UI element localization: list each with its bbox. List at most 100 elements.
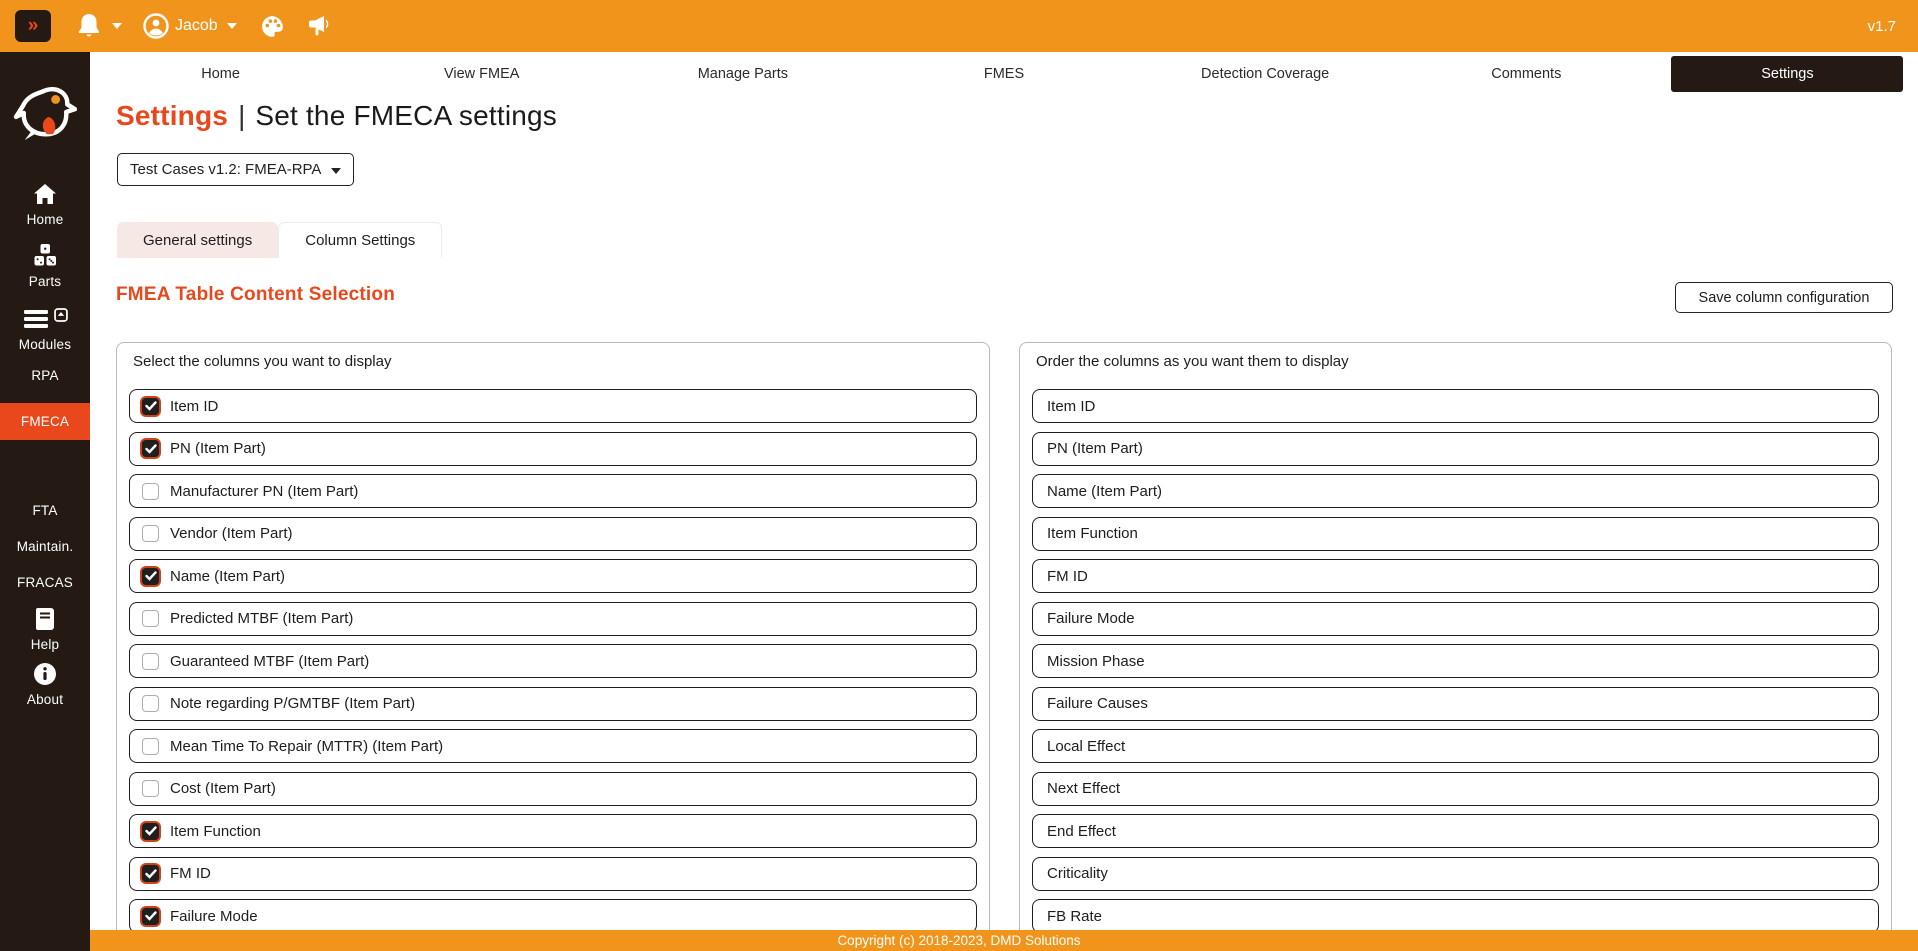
- sidebar-item-label: Home: [27, 212, 64, 227]
- nav-item-manageparts[interactable]: Manage Parts: [612, 52, 873, 95]
- nav-item-label: Comments: [1491, 66, 1561, 82]
- column-label: Failure Mode: [170, 908, 258, 925]
- nav-item-label: View FMEA: [444, 66, 519, 82]
- order-columns-panel: Order the columns as you want them to di…: [1019, 342, 1892, 951]
- tab-columnsettings[interactable]: Column Settings: [278, 222, 442, 258]
- modules-icon: [23, 308, 49, 335]
- column-label: Item ID: [1047, 398, 1095, 415]
- help-icon: [34, 607, 56, 636]
- nav-item-settings[interactable]: Settings: [1657, 52, 1918, 95]
- tab-generalsettings[interactable]: General settings: [117, 222, 278, 258]
- sidebar-item-parts[interactable]: Parts: [0, 245, 90, 289]
- order-column-row-localeffect[interactable]: Local Effect: [1032, 729, 1879, 763]
- bell-icon[interactable]: [77, 13, 101, 39]
- select-column-row-failuremode[interactable]: Failure Mode: [129, 899, 977, 933]
- select-column-row-noteregardingpgmtbfitempart[interactable]: Note regarding P/GMTBF (Item Part): [129, 687, 977, 721]
- order-column-row-failurecauses[interactable]: Failure Causes: [1032, 687, 1879, 721]
- checkbox-unchecked[interactable]: [142, 483, 159, 500]
- nav-item-viewfmea[interactable]: View FMEA: [351, 52, 612, 95]
- order-column-row-endeffect[interactable]: End Effect: [1032, 814, 1879, 848]
- top-bar: » Jacob v1.7: [0, 0, 1918, 52]
- column-label: Cost (Item Part): [170, 780, 276, 797]
- palette-icon[interactable]: [260, 14, 285, 39]
- save-column-configuration-button[interactable]: Save column configuration: [1675, 282, 1893, 313]
- sidebar-item-fta[interactable]: FTA: [0, 503, 90, 518]
- megaphone-icon[interactable]: [307, 14, 334, 38]
- notifications-caret-icon[interactable]: [111, 22, 123, 30]
- version-label: v1.7: [1868, 0, 1896, 52]
- footer-copyright-text: Copyright (c) 2018-2023, DMD Solutions: [837, 933, 1080, 948]
- select-column-row-vendoritempart[interactable]: Vendor (Item Part): [129, 517, 977, 551]
- order-column-row-fbrate[interactable]: FB Rate: [1032, 899, 1879, 933]
- sidebar-item-maintain[interactable]: Maintain.: [0, 539, 90, 554]
- page-title-subtitle: Set the FMECA settings: [255, 100, 557, 132]
- column-label: Local Effect: [1047, 738, 1125, 755]
- nav-item-label: Settings: [1671, 56, 1903, 92]
- checkbox-checked[interactable]: [142, 440, 159, 457]
- robin-logo[interactable]: [13, 85, 77, 141]
- select-column-row-predictedmtbfitempart[interactable]: Predicted MTBF (Item Part): [129, 602, 977, 636]
- sidebar-item-fmeca[interactable]: FMECA: [0, 403, 90, 440]
- checkbox-checked[interactable]: [142, 865, 159, 882]
- select-column-row-pnitempart[interactable]: PN (Item Part): [129, 432, 977, 466]
- nav-item-fmes[interactable]: FMES: [873, 52, 1134, 95]
- checkbox-checked[interactable]: [142, 398, 159, 415]
- select-columns-list: Item ID PN (Item Part) Manufacturer PN (It…: [129, 389, 977, 933]
- nav-item-comments[interactable]: Comments: [1396, 52, 1657, 95]
- modules-expand-icon[interactable]: [54, 308, 68, 327]
- nav-item-home[interactable]: Home: [90, 52, 351, 95]
- order-column-row-itemid[interactable]: Item ID: [1032, 389, 1879, 423]
- sidebar-item-label: About: [27, 692, 63, 707]
- sidebar-collapse-button[interactable]: »: [15, 10, 51, 42]
- sidebar-item-help[interactable]: Help: [0, 608, 90, 652]
- select-column-row-itemfunction[interactable]: Item Function: [129, 814, 977, 848]
- checkbox-unchecked[interactable]: [142, 525, 159, 542]
- project-selector-dropdown[interactable]: Test Cases v1.2: FMEA-RPA: [117, 153, 354, 186]
- caret-down-icon: [331, 168, 341, 174]
- order-column-row-fmid[interactable]: FM ID: [1032, 559, 1879, 593]
- page-title-divider: |: [238, 100, 245, 132]
- checkbox-unchecked[interactable]: [142, 695, 159, 712]
- column-label: End Effect: [1047, 823, 1116, 840]
- select-column-row-nameitempart[interactable]: Name (Item Part): [129, 559, 977, 593]
- checkbox-checked[interactable]: [142, 908, 159, 925]
- column-label: Item Function: [170, 823, 261, 840]
- checkbox-unchecked[interactable]: [142, 738, 159, 755]
- order-column-row-itemfunction[interactable]: Item Function: [1032, 517, 1879, 551]
- user-menu-caret-icon[interactable]: [226, 22, 238, 30]
- select-columns-panel: Select the columns you want to display I…: [116, 342, 990, 951]
- user-name-label[interactable]: Jacob: [175, 17, 218, 35]
- sidebar-item-rpa[interactable]: RPA: [0, 368, 90, 383]
- order-column-row-pnitempart[interactable]: PN (Item Part): [1032, 432, 1879, 466]
- order-column-row-nameitempart[interactable]: Name (Item Part): [1032, 474, 1879, 508]
- select-column-row-fmid[interactable]: FM ID: [129, 857, 977, 891]
- select-column-row-guaranteedmtbfitempart[interactable]: Guaranteed MTBF (Item Part): [129, 644, 977, 678]
- sidebar-item-home[interactable]: Home: [0, 183, 90, 227]
- column-label: FB Rate: [1047, 908, 1102, 925]
- order-column-row-missionphase[interactable]: Mission Phase: [1032, 644, 1879, 678]
- select-column-row-itemid[interactable]: Item ID: [129, 389, 977, 423]
- checkbox-unchecked[interactable]: [142, 610, 159, 627]
- order-column-row-failuremode[interactable]: Failure Mode: [1032, 602, 1879, 636]
- column-label: Predicted MTBF (Item Part): [170, 610, 353, 627]
- column-label: Mean Time To Repair (MTTR) (Item Part): [170, 738, 443, 755]
- user-circle-icon[interactable]: [143, 13, 169, 39]
- select-column-row-meantimetorepairmttritempart[interactable]: Mean Time To Repair (MTTR) (Item Part): [129, 729, 977, 763]
- about-icon: [33, 662, 57, 691]
- checkbox-checked[interactable]: [142, 568, 159, 585]
- checkbox-checked[interactable]: [142, 823, 159, 840]
- select-column-row-manufacturerpnitempart[interactable]: Manufacturer PN (Item Part): [129, 474, 977, 508]
- sidebar-item-about[interactable]: About: [0, 663, 90, 707]
- order-column-row-criticality[interactable]: Criticality: [1032, 857, 1879, 891]
- checkbox-unchecked[interactable]: [142, 780, 159, 797]
- settings-tabs: General settingsColumn Settings: [117, 222, 442, 258]
- collapse-chevrons-icon: »: [28, 15, 39, 37]
- column-label: FM ID: [1047, 568, 1088, 585]
- select-column-row-costitempart[interactable]: Cost (Item Part): [129, 772, 977, 806]
- checkbox-unchecked[interactable]: [142, 653, 159, 670]
- sidebar-item-modules[interactable]: Modules: [0, 308, 90, 352]
- order-column-row-nexteffect[interactable]: Next Effect: [1032, 772, 1879, 806]
- sidebar-item-fracas[interactable]: FRACAS: [0, 575, 90, 590]
- nav-item-label: Home: [201, 66, 240, 82]
- nav-item-detectioncoverage[interactable]: Detection Coverage: [1135, 52, 1396, 95]
